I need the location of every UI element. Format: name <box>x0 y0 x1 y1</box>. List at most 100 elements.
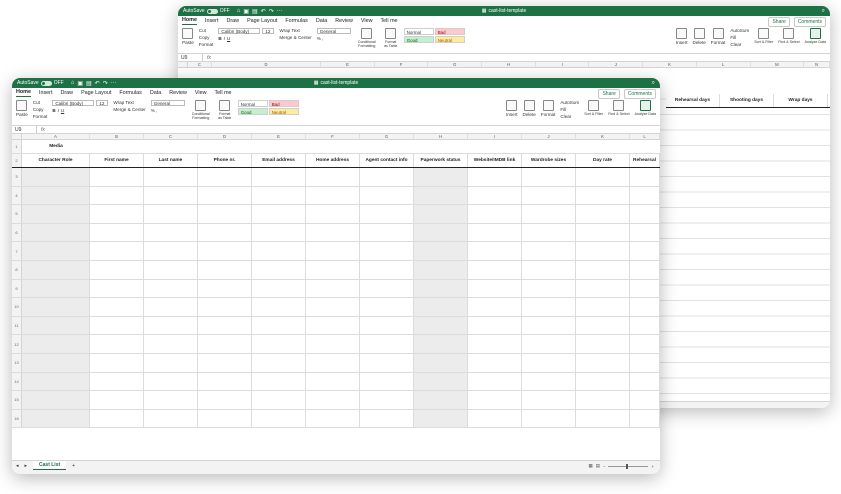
table-cell[interactable] <box>90 316 144 335</box>
column-header[interactable]: H <box>414 134 468 139</box>
fx-icon[interactable]: fx <box>207 55 211 61</box>
search-icon[interactable]: ⌕ <box>822 8 825 15</box>
table-cell[interactable] <box>22 205 90 223</box>
cast-list-grid[interactable]: 1 Media 2 Character Role First name Last name… <box>12 140 660 429</box>
table-cell[interactable] <box>522 205 576 223</box>
column-header[interactable]: I <box>468 134 522 139</box>
table-cell[interactable] <box>144 353 198 372</box>
table-cell[interactable] <box>522 372 576 391</box>
table-cell[interactable] <box>306 168 360 186</box>
normal-view-icon[interactable]: ▦ <box>589 463 593 469</box>
redo-icon[interactable]: ↷ <box>269 8 274 15</box>
cut-button[interactable]: Cut <box>33 100 48 105</box>
table-cell[interactable] <box>252 391 306 409</box>
autosum-button[interactable]: AutoSum <box>560 100 579 105</box>
tab-data[interactable]: Data <box>316 18 327 24</box>
row-number[interactable]: 5 <box>12 205 22 223</box>
header-shooting-days[interactable]: Shooting days <box>720 94 774 107</box>
table-cell[interactable] <box>198 409 252 428</box>
fill-button[interactable]: Fill <box>560 107 579 112</box>
header-cell[interactable]: Character Role <box>22 154 90 167</box>
tab-review[interactable]: Review <box>169 90 187 96</box>
column-header[interactable]: D <box>198 134 252 139</box>
table-cell[interactable] <box>414 186 468 205</box>
table-cell[interactable] <box>198 242 252 260</box>
table-cell[interactable] <box>306 242 360 260</box>
header-cell[interactable]: Paperwork status <box>414 154 468 167</box>
row-number[interactable]: 4 <box>12 186 22 205</box>
style-neutral[interactable]: Neutral <box>434 36 465 43</box>
tab-page-layout[interactable]: Page Layout <box>81 90 111 96</box>
table-cell[interactable] <box>306 140 360 153</box>
table-cell[interactable] <box>144 279 198 298</box>
table-cell[interactable] <box>144 391 198 409</box>
table-cell[interactable] <box>306 409 360 428</box>
table-cell[interactable] <box>90 205 144 223</box>
table-cell[interactable] <box>522 298 576 316</box>
tab-tell-me[interactable]: Tell me <box>214 90 231 96</box>
table-cell[interactable] <box>198 316 252 335</box>
table-cell[interactable] <box>144 205 198 223</box>
table-cell[interactable] <box>306 316 360 335</box>
column-header[interactable]: D <box>212 62 322 67</box>
next-sheet-icon[interactable]: ▸ <box>25 463 28 469</box>
table-cell[interactable] <box>360 409 414 428</box>
table-cell[interactable] <box>90 391 144 409</box>
table-cell[interactable] <box>252 205 306 223</box>
table-cell[interactable] <box>414 298 468 316</box>
table-cell[interactable] <box>306 260 360 279</box>
table-cell[interactable] <box>468 298 522 316</box>
table-cell[interactable] <box>468 409 522 428</box>
merge-center-button[interactable]: Merge & Center <box>113 107 145 112</box>
row-number[interactable]: 11 <box>12 316 22 335</box>
table-cell[interactable] <box>576 205 630 223</box>
table-cell[interactable] <box>90 409 144 428</box>
table-cell[interactable] <box>252 140 306 153</box>
autosave-toggle[interactable] <box>40 80 52 86</box>
column-header[interactable]: F <box>306 134 360 139</box>
zoom-in-icon[interactable]: + <box>651 464 654 469</box>
save-icon[interactable]: ▣ <box>243 8 249 15</box>
table-cell[interactable] <box>576 335 630 353</box>
column-header[interactable]: A <box>22 134 90 139</box>
table-cell[interactable] <box>630 242 660 260</box>
row-number[interactable]: 13 <box>12 353 22 372</box>
table-cell[interactable] <box>252 168 306 186</box>
table-cell[interactable] <box>144 409 198 428</box>
style-bad[interactable]: Bad <box>268 100 299 107</box>
format-as-table-icon[interactable] <box>385 28 397 39</box>
tab-home[interactable]: Home <box>182 17 197 25</box>
print-icon[interactable]: ▤ <box>252 8 258 15</box>
table-cell[interactable] <box>576 140 630 153</box>
format-painter-button[interactable]: Format <box>33 114 48 119</box>
italic-button[interactable]: I <box>224 36 225 41</box>
table-cell[interactable] <box>576 186 630 205</box>
tab-home[interactable]: Home <box>16 89 31 97</box>
table-cell[interactable] <box>414 409 468 428</box>
font-name-select[interactable]: Calibri (Body) <box>52 100 95 106</box>
table-cell[interactable] <box>468 242 522 260</box>
table-cell[interactable] <box>360 353 414 372</box>
table-cell[interactable] <box>252 279 306 298</box>
table-cell[interactable] <box>22 316 90 335</box>
table-cell[interactable] <box>576 298 630 316</box>
table-cell[interactable] <box>522 242 576 260</box>
table-cell[interactable] <box>468 168 522 186</box>
table-cell[interactable] <box>90 298 144 316</box>
table-cell[interactable] <box>414 168 468 186</box>
table-cell[interactable] <box>252 242 306 260</box>
column-header[interactable]: L <box>630 134 660 139</box>
table-cell[interactable] <box>144 186 198 205</box>
table-cell[interactable] <box>414 391 468 409</box>
autosave-toggle[interactable] <box>206 8 218 14</box>
table-cell[interactable] <box>630 186 660 205</box>
table-cell[interactable] <box>22 391 90 409</box>
table-cell[interactable] <box>198 205 252 223</box>
table-cell[interactable] <box>360 140 414 153</box>
row-number[interactable]: 14 <box>12 372 22 391</box>
table-cell[interactable] <box>22 335 90 353</box>
zoom-out-icon[interactable]: − <box>603 464 606 469</box>
table-cell[interactable] <box>144 298 198 316</box>
table-cell[interactable] <box>90 353 144 372</box>
sort-filter-icon[interactable] <box>588 100 600 111</box>
